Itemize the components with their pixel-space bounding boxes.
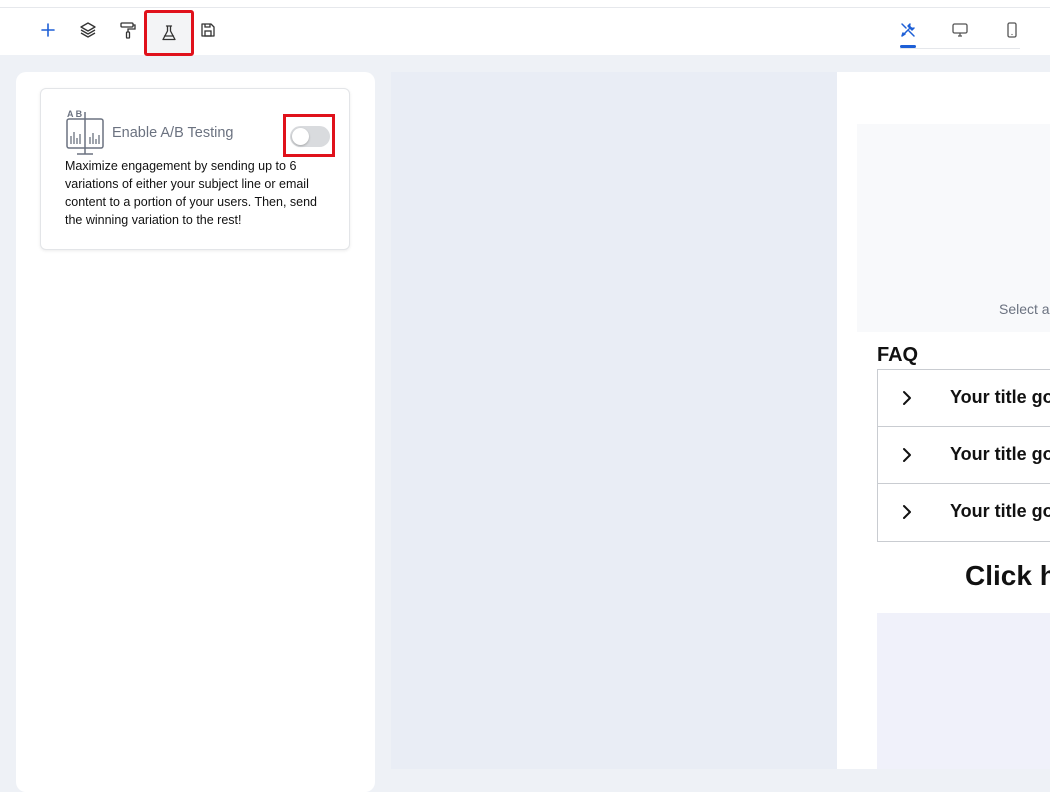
chevron-right-icon	[903, 391, 911, 405]
ab-testing-title: Enable A/B Testing	[112, 125, 234, 141]
toggle-highlight	[283, 114, 335, 157]
chevron-right-icon	[903, 505, 911, 519]
content-block[interactable]	[877, 613, 1050, 769]
tools-icon	[901, 23, 915, 37]
faq-item-title: Your title go	[950, 387, 1050, 407]
desktop-view-button[interactable]	[942, 12, 978, 48]
ab-testing-toggle[interactable]	[290, 126, 330, 147]
click-heading: Click h	[965, 560, 1050, 591]
style-button[interactable]	[110, 12, 146, 48]
email-preview: Select a FAQ Your title go Your title go…	[837, 72, 1050, 769]
toggle-knob	[292, 128, 309, 145]
flask-icon	[162, 25, 176, 41]
layers-icon	[80, 22, 96, 38]
faq-heading: FAQ	[877, 344, 919, 366]
faq-item-title: Your title go	[950, 501, 1050, 521]
add-button[interactable]	[30, 12, 66, 48]
mobile-view-button[interactable]	[994, 12, 1030, 48]
chevron-right-icon	[903, 448, 911, 462]
faq-item[interactable]: Your title go	[878, 370, 1050, 427]
plus-icon	[41, 23, 55, 37]
monitor-icon	[952, 23, 968, 37]
faq-list: Your title go Your title go Your title g…	[877, 369, 1050, 542]
paint-roller-icon	[120, 22, 136, 39]
view-divider	[900, 48, 1020, 49]
faq-item[interactable]: Your title go	[878, 484, 1050, 541]
active-view-indicator	[900, 45, 916, 48]
layers-button[interactable]	[70, 12, 106, 48]
select-placeholder-box[interactable]: Select a	[857, 124, 1050, 332]
ab-chart-icon: A B	[66, 109, 104, 155]
save-button[interactable]	[190, 12, 226, 48]
top-strip	[0, 0, 1050, 8]
select-placeholder-text: Select a	[999, 301, 1050, 317]
toolbar	[0, 8, 1050, 56]
svg-text:A B: A B	[67, 109, 83, 119]
editor-canvas[interactable]	[391, 72, 837, 769]
ab-testing-card: A B Enable A/B Testing Maximize engageme…	[40, 88, 350, 250]
faq-item-title: Your title go	[950, 444, 1050, 464]
phone-icon	[1007, 22, 1017, 38]
editor-view-button[interactable]	[890, 12, 926, 48]
ab-testing-description: Maximize engagement by sending up to 6 v…	[65, 159, 318, 227]
ab-testing-button[interactable]	[144, 10, 194, 56]
floppy-disk-icon	[201, 23, 215, 37]
faq-item[interactable]: Your title go	[878, 427, 1050, 484]
ab-testing-panel: A B Enable A/B Testing Maximize engageme…	[16, 72, 375, 792]
